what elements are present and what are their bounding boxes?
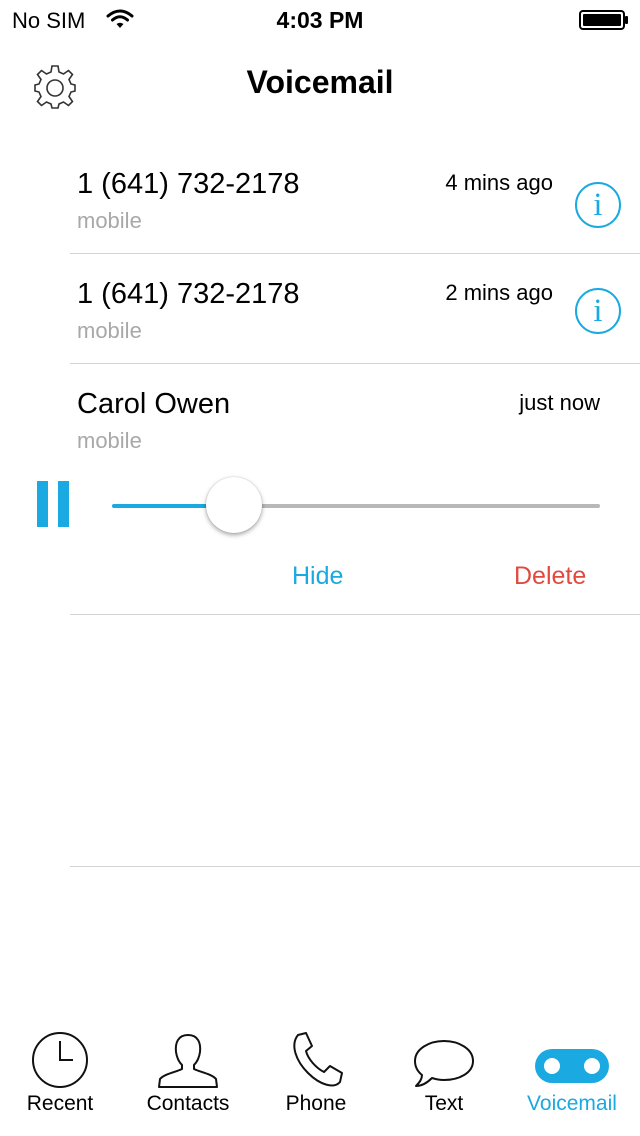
- caller-name: 1 (641) 732-2178: [77, 168, 300, 200]
- info-icon: i: [593, 187, 603, 223]
- tab-label: Phone: [285, 1092, 347, 1115]
- caller-name: Carol Owen: [77, 388, 231, 420]
- tab-label: Text: [424, 1092, 464, 1115]
- clock-icon: [32, 1032, 88, 1088]
- row-divider: [70, 614, 640, 615]
- row-divider: [70, 866, 640, 867]
- tab-bar: Recent Contacts Phone Text Voicemail: [0, 1023, 640, 1136]
- playback-scrubber[interactable]: [206, 477, 262, 533]
- tab-phone[interactable]: Phone: [252, 1023, 380, 1136]
- contacts-icon: [158, 1034, 218, 1088]
- pause-icon: [58, 481, 69, 527]
- voicemail-timestamp: 4 mins ago: [445, 170, 553, 195]
- caller-type: mobile: [77, 428, 142, 453]
- tab-label: Contacts: [146, 1092, 230, 1115]
- voicemail-list-item[interactable]: 1 (641) 732-2178 mobile 2 mins ago i: [0, 254, 640, 364]
- voicemail-icon: [535, 1049, 609, 1083]
- chat-bubble-icon: [414, 1040, 474, 1087]
- tab-label: Recent: [26, 1092, 94, 1115]
- voicemail-timestamp: 2 mins ago: [445, 280, 553, 305]
- tab-recent[interactable]: Recent: [0, 1023, 124, 1136]
- navigation-bar: Voicemail: [0, 40, 640, 130]
- voicemail-screen: No SIM 4:03 PM Voicemail 1 (641) 732-217…: [0, 0, 640, 1136]
- status-bar: No SIM 4:03 PM: [0, 0, 640, 40]
- voicemail-timestamp: just now: [519, 390, 600, 415]
- playback-progress-remaining[interactable]: [234, 504, 600, 508]
- pause-button[interactable]: [37, 481, 69, 527]
- info-button[interactable]: i: [575, 182, 621, 228]
- delete-button[interactable]: Delete: [514, 562, 586, 591]
- info-button[interactable]: i: [575, 288, 621, 334]
- caller-name: 1 (641) 732-2178: [77, 278, 300, 310]
- tab-text[interactable]: Text: [380, 1023, 508, 1136]
- phone-icon: [293, 1032, 343, 1087]
- caller-type: mobile: [77, 318, 142, 343]
- status-time: 4:03 PM: [276, 7, 364, 33]
- page-title: Voicemail: [246, 64, 394, 100]
- hide-button[interactable]: Hide: [292, 562, 343, 591]
- voicemail-list-item[interactable]: 1 (641) 732-2178 mobile 4 mins ago i: [0, 130, 640, 254]
- battery-icon: [579, 10, 628, 30]
- tab-label: Voicemail: [527, 1092, 617, 1115]
- tab-contacts[interactable]: Contacts: [124, 1023, 252, 1136]
- caller-type: mobile: [77, 208, 142, 233]
- info-icon: i: [593, 293, 603, 329]
- tab-voicemail[interactable]: Voicemail: [508, 1023, 636, 1136]
- pause-icon: [37, 481, 48, 527]
